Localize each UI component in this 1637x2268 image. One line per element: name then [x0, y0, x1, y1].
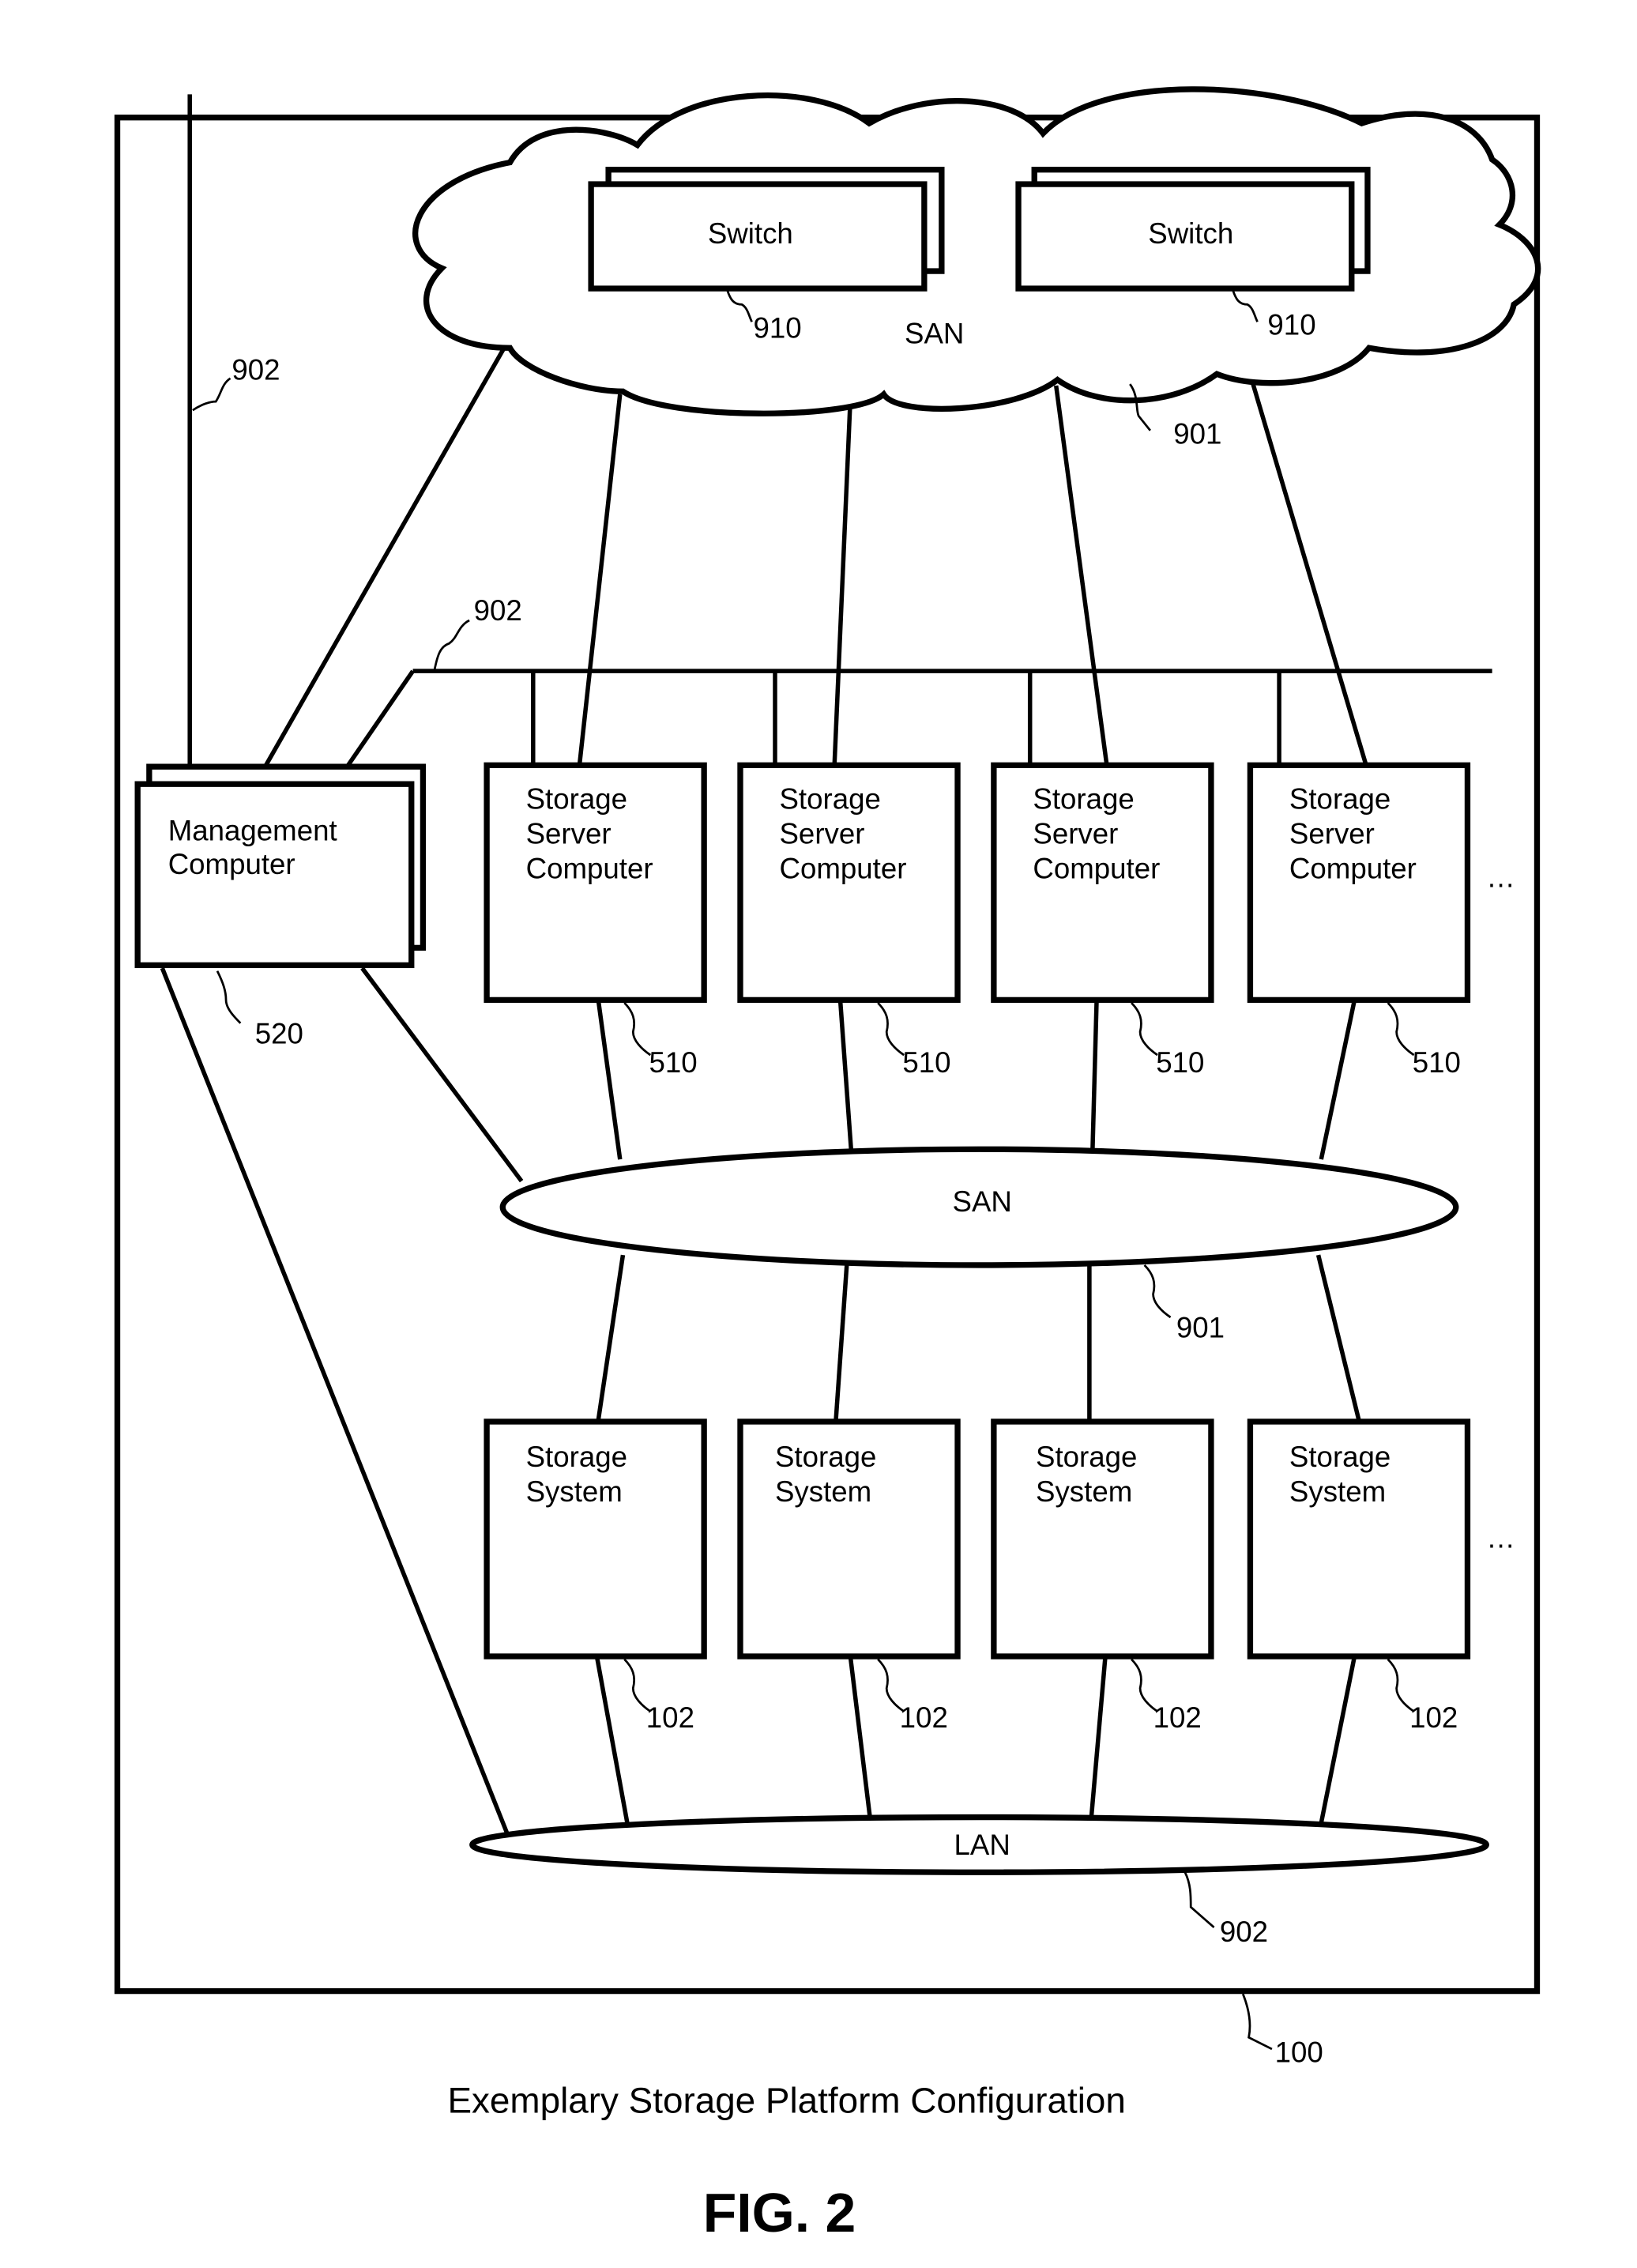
storage-system-label: Storage [1289, 1441, 1391, 1473]
more-servers-ellipsis: … [1486, 861, 1515, 893]
san-cloud-ref: 901 [1173, 417, 1221, 450]
storage-system-label: Storage [1036, 1441, 1137, 1473]
storage-server-label: Computer [526, 852, 653, 884]
storage-system-label: System [1289, 1475, 1386, 1508]
storage-server-label: Storage [1033, 782, 1134, 815]
storage-server-label: Server [1033, 817, 1118, 850]
storage-system-label: Storage [775, 1441, 876, 1473]
storage-server-label: Computer [1289, 852, 1417, 884]
more-systems-ellipsis: … [1486, 1522, 1515, 1554]
storage-server-computer: StorageServerComputer [1247, 762, 1471, 1004]
switch-2: Switch [1015, 167, 1371, 292]
storage-server-ref: 510 [902, 1046, 950, 1079]
storage-server-ref: 510 [649, 1046, 697, 1079]
storage-system: StorageSystem [484, 1418, 707, 1660]
storage-server-computer: StorageServerComputer [737, 762, 961, 1004]
storage-system-ref: 102 [900, 1701, 948, 1734]
storage-server-label: Computer [1033, 852, 1160, 884]
storage-server-label: Storage [526, 782, 627, 815]
storage-server-computer: StorageServerComputer [991, 762, 1214, 1004]
lan-ellipse-label: LAN [954, 1829, 1010, 1861]
storage-server-ref: 510 [1413, 1046, 1461, 1079]
lan-left-ref: 902 [231, 354, 280, 386]
storage-platform-diagram: 100 902 Switch 910 Switch 910 SAN 901 90… [114, 86, 1541, 2244]
storage-system-label: System [526, 1475, 623, 1508]
platform-leader-line [1241, 1993, 1273, 2051]
switch-1-ref: 910 [753, 311, 801, 344]
storage-system: StorageSystem [991, 1418, 1214, 1660]
figure-caption: Exemplary Storage Platform Configuration [447, 2081, 1125, 2121]
management-computer: Management Computer [134, 763, 427, 969]
storage-system-label: System [775, 1475, 871, 1508]
storage-system-ref: 102 [1409, 1701, 1458, 1734]
san-cloud-label: SAN [905, 318, 964, 350]
storage-system: StorageSystem [1247, 1418, 1471, 1660]
storage-server-label: Server [779, 817, 864, 850]
storage-system-label: Storage [526, 1441, 627, 1473]
lan-ellipse-ref: 902 [1220, 1916, 1268, 1948]
lan-bus-ref: 902 [474, 594, 522, 627]
switch-1: Switch [588, 167, 945, 292]
san-ellipse-label: SAN [953, 1185, 1012, 1218]
figure-number: FIG. 2 [703, 2182, 856, 2244]
platform-ref: 100 [1275, 2036, 1323, 2068]
storage-system-label: System [1036, 1475, 1132, 1508]
management-computer-label-2: Computer [168, 848, 295, 880]
storage-server-label: Storage [1289, 782, 1391, 815]
management-computer-ref: 520 [255, 1017, 303, 1049]
storage-server-label: Storage [779, 782, 880, 815]
storage-system: StorageSystem [737, 1418, 961, 1660]
management-computer-label-1: Management [168, 815, 337, 847]
switch-2-label: Switch [1148, 217, 1233, 250]
storage-server-label: Server [526, 817, 612, 850]
switch-1-label: Switch [708, 217, 793, 250]
switch-2-ref: 910 [1267, 309, 1315, 341]
storage-server-label: Server [1289, 817, 1375, 850]
storage-server-ref: 510 [1156, 1046, 1204, 1079]
storage-system-ref: 102 [646, 1701, 694, 1734]
storage-server-computer: StorageServerComputer [484, 762, 707, 1004]
storage-system-ref: 102 [1153, 1701, 1202, 1734]
san-ellipse-ref: 901 [1176, 1312, 1225, 1344]
storage-server-label: Computer [779, 852, 906, 884]
